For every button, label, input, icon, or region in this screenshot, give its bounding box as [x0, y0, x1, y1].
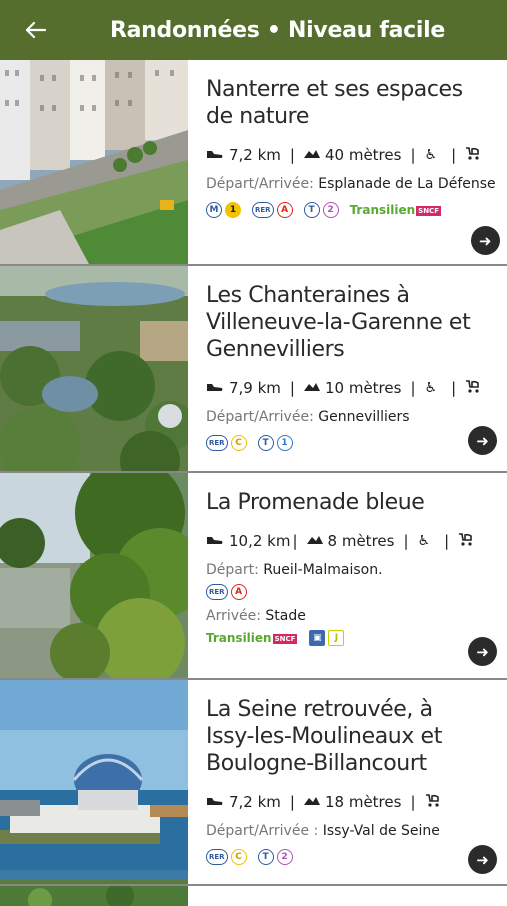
stroller-icon — [465, 379, 480, 397]
stroller-icon — [458, 532, 473, 550]
stroller-icon — [465, 146, 480, 164]
hike-photo — [0, 886, 188, 906]
elevation-value: 40 mètres — [324, 146, 402, 164]
elevation-value: 10 mètres — [324, 379, 402, 397]
hike-card[interactable] — [0, 886, 507, 906]
depart-arrivee: Départ/Arrivée: Gennevilliers — [206, 409, 410, 425]
hike-title-line: La Seine retrouvée, à — [206, 697, 433, 722]
elevation-icon — [303, 380, 320, 396]
hike-photo — [0, 680, 188, 884]
rer-icon: RER — [206, 849, 228, 865]
hike-stats: 7,9 km | 10 mètres | ♿ | — [206, 379, 493, 397]
metro-icon: M — [206, 202, 222, 218]
tram-line-2-icon: 2 — [276, 849, 293, 865]
elevation-icon — [306, 533, 323, 549]
hike-stats: 7,2 km | 40 mètres | ♿ | — [206, 146, 496, 164]
distance-value: 7,2 km — [229, 793, 281, 811]
rer-c-icon: C — [230, 849, 247, 865]
transport-badges: RER C T 2 — [206, 849, 493, 865]
hike-title: La Promenade bleue — [206, 489, 493, 516]
hike-info: La Promenade bleue 10,2 km | 8 mètres | … — [188, 473, 507, 678]
hike-title-line: La Promenade bleue — [206, 490, 425, 515]
transport-badges: Transilien SNCF ▣ J — [206, 630, 493, 646]
hike-card[interactable]: La Seine retrouvée, à Issy-les-Moulineau… — [0, 680, 507, 886]
depart-arrivee: Départ/Arrivée: Esplanade de La Défense — [206, 176, 496, 192]
elevation-value: 18 mètres — [324, 793, 402, 811]
transport-badges: RER C T 1 — [206, 435, 493, 451]
hike-title-line: de nature — [206, 104, 309, 129]
rer-icon: RER — [206, 584, 228, 600]
open-hike-button[interactable]: ➜ — [468, 637, 497, 666]
hike-card[interactable]: La Promenade bleue 10,2 km | 8 mètres | … — [0, 473, 507, 680]
distance-value: 10,2 km — [229, 532, 291, 550]
elevation-icon — [303, 147, 320, 163]
app-bar: Randonnées • Niveau facile — [0, 0, 507, 60]
open-hike-button[interactable]: ➜ — [468, 845, 497, 874]
shoe-icon — [206, 380, 224, 396]
arrivee: Arrivée: Stade — [206, 608, 306, 624]
elevation-value: 8 mètres — [327, 532, 395, 550]
tram-line-2-icon: 2 — [322, 202, 339, 218]
shoe-icon — [206, 147, 224, 163]
hike-info: La Seine retrouvée, à Issy-les-Moulineau… — [188, 680, 507, 884]
open-hike-button[interactable]: ➜ — [470, 226, 500, 255]
hike-info: Les Chanteraines à Villeneuve-la-Garenne… — [188, 266, 507, 471]
hike-title: Les Chanteraines à Villeneuve-la-Garenne… — [206, 282, 493, 363]
wheelchair-icon: ♿ — [417, 533, 431, 549]
tram-line-1-icon: 1 — [276, 435, 293, 451]
distance-value: 7,2 km — [229, 146, 281, 164]
metro-line-1-icon: 1 — [225, 202, 241, 218]
hike-photo — [0, 473, 188, 678]
tram-icon: T — [303, 202, 320, 218]
rer-a-icon: A — [230, 584, 247, 600]
wheelchair-icon: ♿ — [424, 380, 438, 396]
page-title: Randonnées • Niveau facile — [110, 17, 445, 43]
tram-icon: T — [257, 849, 274, 865]
shoe-icon — [206, 794, 224, 810]
hike-title-line: Gennevilliers — [206, 337, 345, 362]
shoe-icon — [206, 533, 224, 549]
hike-title-line: Les Chanteraines à — [206, 283, 410, 308]
hike-photo — [0, 266, 188, 471]
depart-arrivee: Départ/Arrivée : Issy-Val de Seine — [206, 823, 440, 839]
hike-card[interactable]: Nanterre et ses espaces de nature 7,2 km… — [0, 60, 507, 266]
distance-value: 7,9 km — [229, 379, 281, 397]
hike-list: Nanterre et ses espaces de nature 7,2 km… — [0, 60, 507, 906]
rer-icon: RER — [206, 435, 228, 451]
elevation-icon — [303, 794, 320, 810]
hike-title: La Seine retrouvée, à Issy-les-Moulineau… — [206, 696, 493, 777]
hike-info: Nanterre et ses espaces de nature 7,2 km… — [188, 60, 507, 264]
hike-stats: 7,2 km | 18 mètres | — [206, 793, 493, 811]
hike-title-line: Issy-les-Moulineaux et — [206, 724, 442, 749]
wheelchair-icon: ♿ — [424, 147, 438, 163]
hike-stats: 10,2 km | 8 mètres | ♿ | — [206, 532, 493, 550]
stroller-icon — [425, 793, 440, 811]
transport-badges: M 1 RER A T 2 Transilien SNCF — [206, 202, 496, 218]
hike-card[interactable]: Les Chanteraines à Villeneuve-la-Garenne… — [0, 266, 507, 473]
hike-photo — [0, 60, 188, 264]
open-hike-button[interactable]: ➜ — [468, 426, 497, 455]
hike-title-line: Nanterre et ses espaces — [206, 77, 463, 102]
tram-icon: T — [257, 435, 274, 451]
hike-title-line: Villeneuve-la-Garenne et — [206, 310, 471, 335]
transilien-logo: Transilien SNCF — [206, 631, 298, 645]
rer-icon: RER — [252, 202, 274, 218]
hike-title-line: Boulogne-Billancourt — [206, 751, 427, 776]
rer-a-icon: A — [276, 202, 293, 218]
back-arrow-icon[interactable] — [0, 0, 70, 60]
transilien-logo: Transilien SNCF — [349, 203, 441, 217]
hike-title: Nanterre et ses espaces de nature — [206, 76, 496, 130]
rer-c-icon: C — [230, 435, 247, 451]
line-j-icon: J — [328, 630, 345, 646]
transport-badges: RER A — [206, 584, 493, 600]
depart: Départ: Rueil-Malmaison. — [206, 562, 383, 578]
train-icon: ▣ — [309, 630, 326, 646]
